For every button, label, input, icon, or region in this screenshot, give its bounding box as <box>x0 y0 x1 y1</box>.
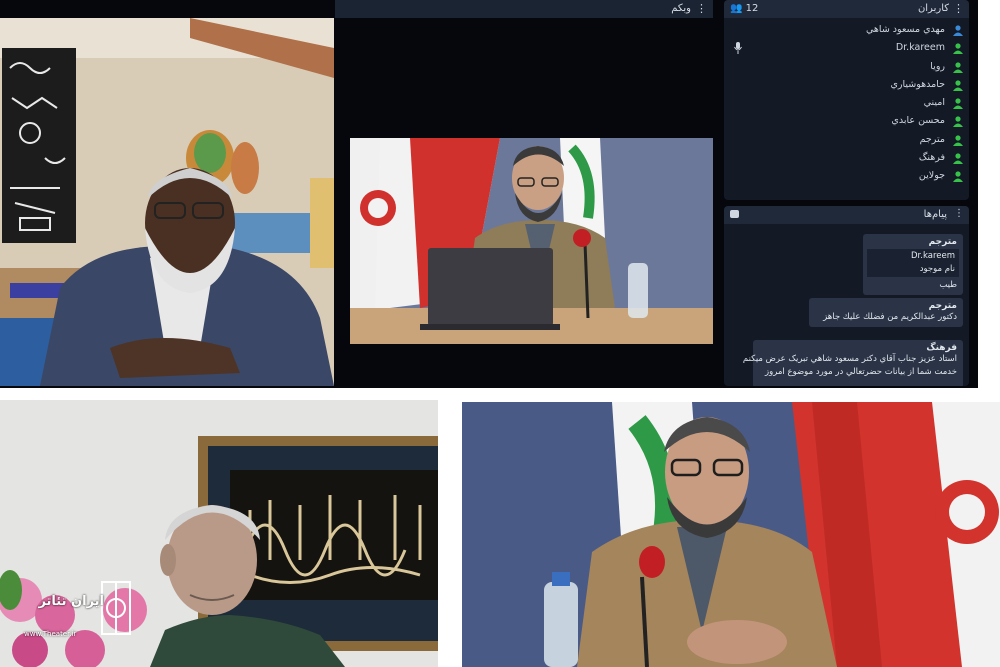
user-icon <box>953 153 963 165</box>
users-title: کاربران <box>917 3 949 14</box>
users-panel: 👥 12 کاربران ⋮ مهدي مسعود شاهي Dr.kareem… <box>724 0 969 200</box>
users-header: 👥 12 کاربران ⋮ <box>724 0 969 18</box>
user-icon <box>953 98 963 110</box>
message-bubble: فرهنگ استاد عزيز جناب آقاي دکتر مسعود شا… <box>743 340 963 386</box>
photo-presenter-closeup <box>462 402 1000 667</box>
message-quote: Dr.kareem نام موجود <box>867 249 959 277</box>
messages-header: پيام‌ها ⋮ <box>724 206 969 224</box>
users-count: 👥 12 <box>730 3 759 14</box>
webcam-header: وبکم ⋮ <box>335 0 713 18</box>
user-item[interactable]: رويا <box>724 59 969 77</box>
users-list: مهدي مسعود شاهي Dr.kareem رويا حامدهوشيا… <box>724 22 969 187</box>
watermark-url: www.Theater.ir <box>24 630 77 638</box>
user-icon <box>953 61 963 73</box>
user-icon <box>953 171 963 183</box>
users-options-icon[interactable]: ⋮ <box>953 2 964 15</box>
user-item[interactable]: محسن عابدي <box>724 113 969 131</box>
webcam-options-icon[interactable]: ⋮ <box>696 2 707 15</box>
user-item[interactable]: فرهنگ <box>724 150 969 168</box>
user-item[interactable]: جولاين <box>724 168 969 186</box>
microphone-icon[interactable] <box>734 42 742 55</box>
user-item[interactable]: اميني <box>724 95 969 113</box>
webcam-title: وبکم <box>671 3 691 14</box>
user-item[interactable]: حامدهوشياري <box>724 77 969 95</box>
messages-panel: پيام‌ها ⋮ مترجم Dr.kareem نام موجود طيب … <box>724 206 969 386</box>
video-frame-guest <box>0 18 334 386</box>
chat-icon <box>730 210 739 218</box>
user-icon <box>953 135 963 146</box>
messages-options-icon[interactable]: ⋮ <box>954 208 964 219</box>
video-frame-presenter <box>350 138 713 344</box>
user-icon <box>953 43 963 55</box>
user-item[interactable]: Dr.kareem <box>724 40 969 58</box>
user-host-icon <box>953 25 963 36</box>
video-tile-presenter[interactable] <box>350 138 713 344</box>
message-bubble: مترجم Dr.kareem نام موجود طيب <box>863 234 963 295</box>
watermark-brand: ایران تئاتر <box>38 594 104 609</box>
video-tile-guest[interactable] <box>0 18 334 386</box>
theater-logo-icon <box>101 581 131 635</box>
user-item[interactable]: مترجم <box>724 132 969 150</box>
messages-title: پيام‌ها <box>923 209 947 220</box>
user-icon <box>953 116 963 128</box>
conference-window: وبکم ⋮ 👥 12 کاربران ⋮ مهدي مسعود شاهي Dr… <box>0 0 978 388</box>
photo-frame-presenter <box>462 402 1000 667</box>
user-icon <box>953 80 963 91</box>
watermark-logo: ایران تئاتر www.Theater.ir <box>22 572 142 644</box>
user-item[interactable]: مهدي مسعود شاهي <box>724 22 969 40</box>
users-group-icon: 👥 <box>730 3 743 14</box>
message-bubble: مترجم دکتور عبدالکريم من فضلك عليك جاهز <box>809 298 963 327</box>
